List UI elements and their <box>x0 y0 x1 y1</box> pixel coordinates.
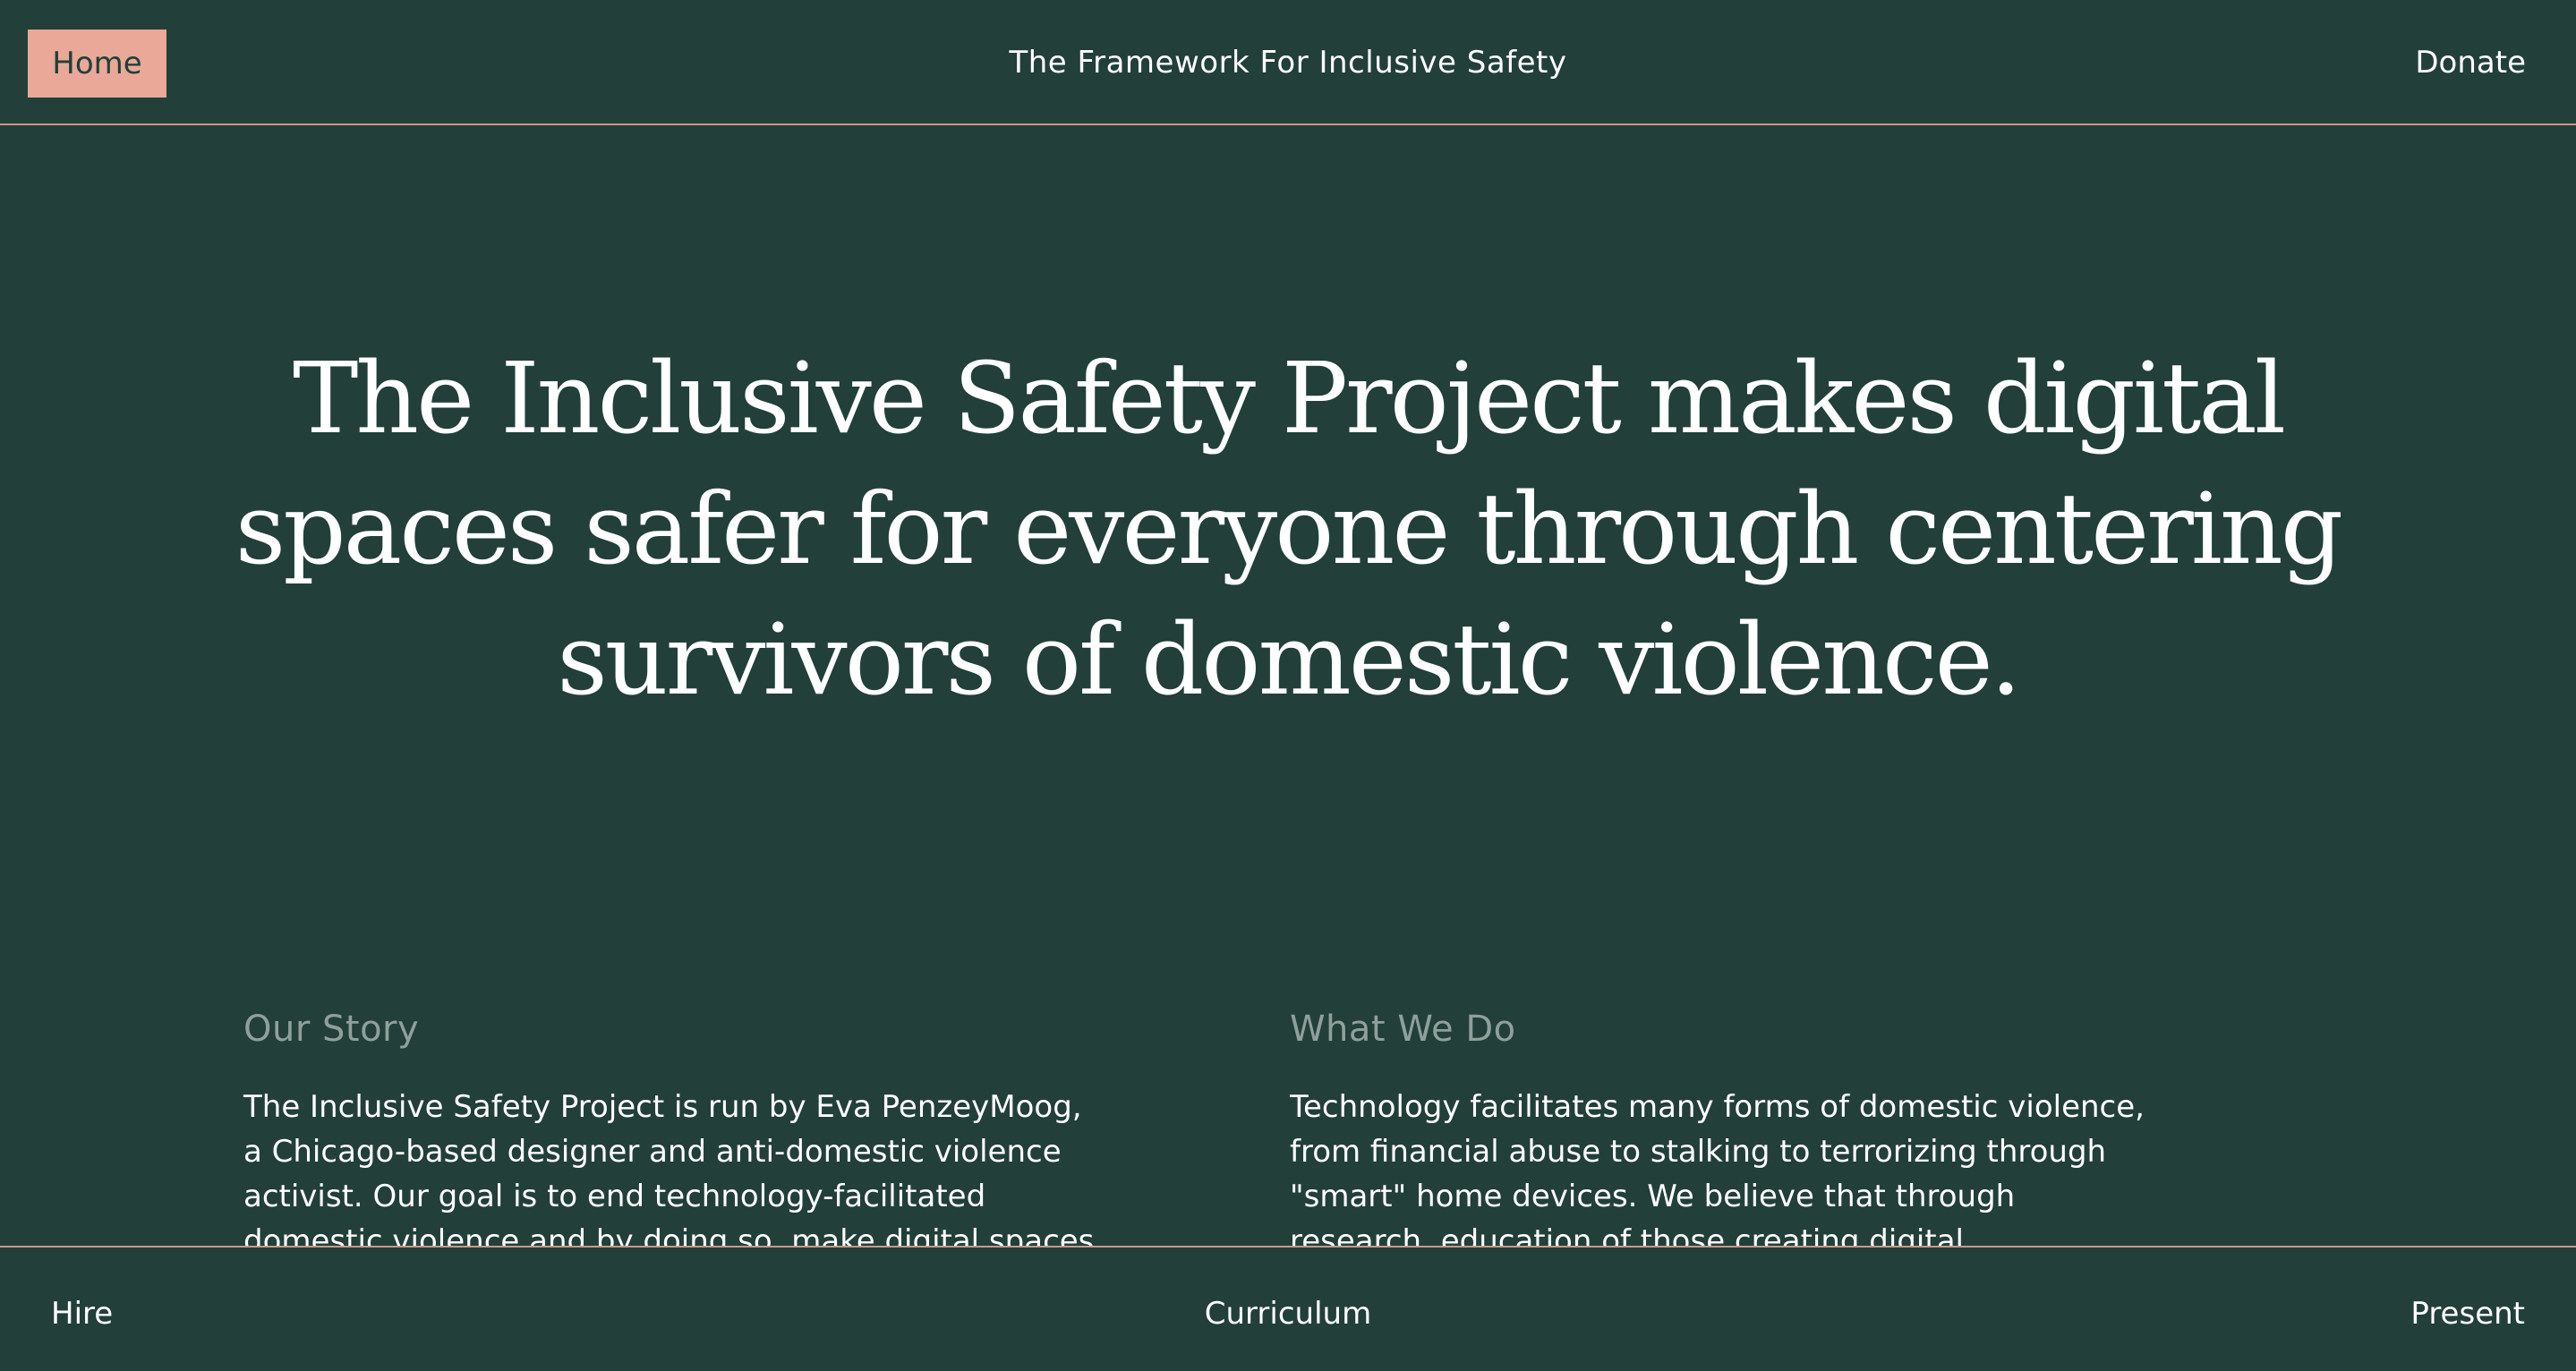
curriculum-link[interactable]: Curriculum <box>0 1294 2576 1333</box>
site-title-link[interactable]: The Framework For Inclusive Safety <box>0 43 2576 82</box>
our-story-heading: Our Story <box>243 1009 420 1050</box>
what-we-do-heading: What We Do <box>1290 1009 1516 1050</box>
what-we-do-section: What We Do Technology facilitates many f… <box>1290 1002 2149 1264</box>
what-we-do-body: Technology facilitates many forms of dom… <box>1290 1089 2145 1259</box>
page: Home The Framework For Inclusive Safety … <box>0 0 2576 1371</box>
our-story-body: The Inclusive Safety Project is run by E… <box>243 1089 1095 1259</box>
hero-headline: The Inclusive Safety Project makes digit… <box>235 341 2343 717</box>
donate-link[interactable]: Donate <box>2415 43 2526 82</box>
top-nav-bar: Home The Framework For Inclusive Safety … <box>0 0 2576 125</box>
our-story-section: Our Story The Inclusive Safety Project i… <box>243 1002 1103 1264</box>
present-link[interactable]: Present <box>2410 1294 2525 1333</box>
bottom-nav-bar: Hire Curriculum Present <box>0 1246 2576 1371</box>
